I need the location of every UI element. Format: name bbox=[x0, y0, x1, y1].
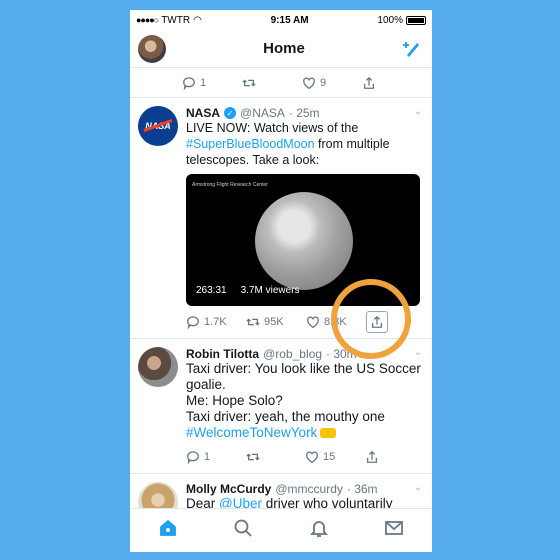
heart-icon bbox=[307, 316, 319, 329]
tweet-header: NASA ✓ @NASA · 25m bbox=[186, 106, 424, 120]
tweet-robin[interactable]: Robin Tilotta @rob_blog · 30m Taxi drive… bbox=[130, 339, 432, 474]
chevron-down-icon[interactable]: ⌄ bbox=[414, 347, 422, 358]
like-button[interactable]: 8.8K bbox=[306, 315, 366, 329]
reply-button[interactable]: 1 bbox=[186, 450, 246, 464]
tab-bar bbox=[130, 508, 432, 552]
like-button[interactable]: 9 bbox=[302, 76, 362, 90]
wifi-icon: ◠ bbox=[193, 14, 202, 26]
reply-icon bbox=[187, 316, 199, 329]
hashtag-link[interactable]: #SuperBlueBloodMoon bbox=[186, 137, 315, 151]
reply-icon bbox=[183, 76, 195, 90]
retweet-button[interactable] bbox=[245, 450, 306, 464]
verified-icon: ✓ bbox=[224, 107, 237, 119]
tweet-text: LIVE NOW: Watch views of the #SuperBlueB… bbox=[186, 121, 390, 167]
tweet-header: Robin Tilotta @rob_blog · 30m bbox=[186, 347, 424, 361]
nav-bar: Home bbox=[130, 30, 432, 68]
share-button[interactable] bbox=[366, 311, 388, 333]
battery-icon bbox=[406, 15, 426, 25]
battery-percent: 100% bbox=[377, 14, 403, 26]
envelope-icon bbox=[385, 521, 404, 535]
compose-icon bbox=[403, 41, 419, 57]
phone-screen: ●●●●○ TWTR ◠ 9:15 AM 100% Home 1 9 NASA … bbox=[130, 10, 432, 552]
profile-avatar[interactable] bbox=[138, 34, 166, 63]
author-name[interactable]: NASA bbox=[186, 106, 220, 120]
author-handle[interactable]: @rob_blog bbox=[263, 347, 322, 361]
moon-image bbox=[255, 192, 353, 290]
author-name[interactable]: Molly McCurdy bbox=[186, 482, 271, 496]
home-icon bbox=[159, 519, 176, 536]
share-button[interactable] bbox=[365, 450, 425, 464]
like-button[interactable]: 15 bbox=[305, 450, 365, 464]
share-icon bbox=[363, 76, 375, 89]
share-icon bbox=[371, 315, 383, 328]
prev-tweet-actions: 1 9 bbox=[130, 68, 432, 98]
video-duration: 263:31 bbox=[196, 285, 227, 296]
share-button[interactable] bbox=[362, 76, 422, 90]
reply-button[interactable]: 1 bbox=[182, 76, 242, 90]
tab-search[interactable] bbox=[233, 518, 253, 543]
chevron-down-icon[interactable]: ⌄ bbox=[414, 482, 422, 493]
reply-icon bbox=[187, 451, 199, 464]
page-title: Home bbox=[263, 40, 305, 57]
author-name[interactable]: Robin Tilotta bbox=[186, 347, 259, 361]
tweet-header: Molly McCurdy @mmccurdy · 36m bbox=[186, 482, 424, 496]
taxi-icon bbox=[320, 428, 337, 439]
status-time: 9:15 AM bbox=[270, 14, 309, 26]
tab-messages[interactable] bbox=[384, 518, 404, 543]
author-handle[interactable]: @NASA bbox=[240, 106, 285, 120]
tweet-actions: 1 15 bbox=[186, 445, 424, 469]
retweet-icon bbox=[242, 78, 256, 87]
hashtag-link[interactable]: #WelcomeToNewYork bbox=[186, 425, 317, 440]
retweet-button[interactable] bbox=[242, 76, 302, 90]
retweet-icon bbox=[246, 318, 260, 326]
reply-button[interactable]: 1.7K bbox=[186, 315, 246, 329]
tab-notifications[interactable] bbox=[309, 518, 329, 543]
bell-icon bbox=[309, 521, 328, 537]
tweet-time: · 30m bbox=[326, 347, 357, 361]
retweet-button[interactable]: 95K bbox=[246, 315, 306, 329]
video-viewers: 3.7M viewers bbox=[240, 285, 300, 296]
share-icon bbox=[366, 450, 377, 463]
retweet-icon bbox=[245, 453, 260, 461]
heart-icon bbox=[306, 451, 318, 464]
signal-icon: ●●●●○ bbox=[136, 15, 159, 25]
heart-icon bbox=[303, 77, 315, 89]
status-bar: ●●●●○ TWTR ◠ 9:15 AM 100% bbox=[130, 10, 432, 30]
robin-avatar[interactable] bbox=[138, 347, 178, 387]
chevron-down-icon[interactable]: ⌄ bbox=[414, 106, 422, 117]
tweet-time: · 25m bbox=[288, 106, 320, 120]
search-icon bbox=[234, 519, 252, 537]
author-handle[interactable]: @mmccurdy bbox=[275, 482, 343, 496]
video-player[interactable]: Armstrong Flight Research Center 263:31 … bbox=[186, 174, 420, 306]
tab-home[interactable] bbox=[158, 518, 178, 543]
tweet-actions: 1.7K 95K 8.8K bbox=[186, 310, 424, 334]
nasa-avatar[interactable]: NASA bbox=[138, 106, 178, 146]
tweet-time: · 36m bbox=[346, 482, 378, 496]
compose-tweet-button[interactable] bbox=[402, 38, 424, 60]
carrier-label: TWTR bbox=[161, 14, 191, 26]
tweet-nasa[interactable]: NASA NASA ✓ @NASA · 25m LIVE NOW: Watch … bbox=[130, 98, 432, 339]
video-caption: Armstrong Flight Research Center bbox=[192, 182, 268, 188]
tweet-text: Taxi driver: You look like the US Soccer… bbox=[186, 361, 421, 440]
